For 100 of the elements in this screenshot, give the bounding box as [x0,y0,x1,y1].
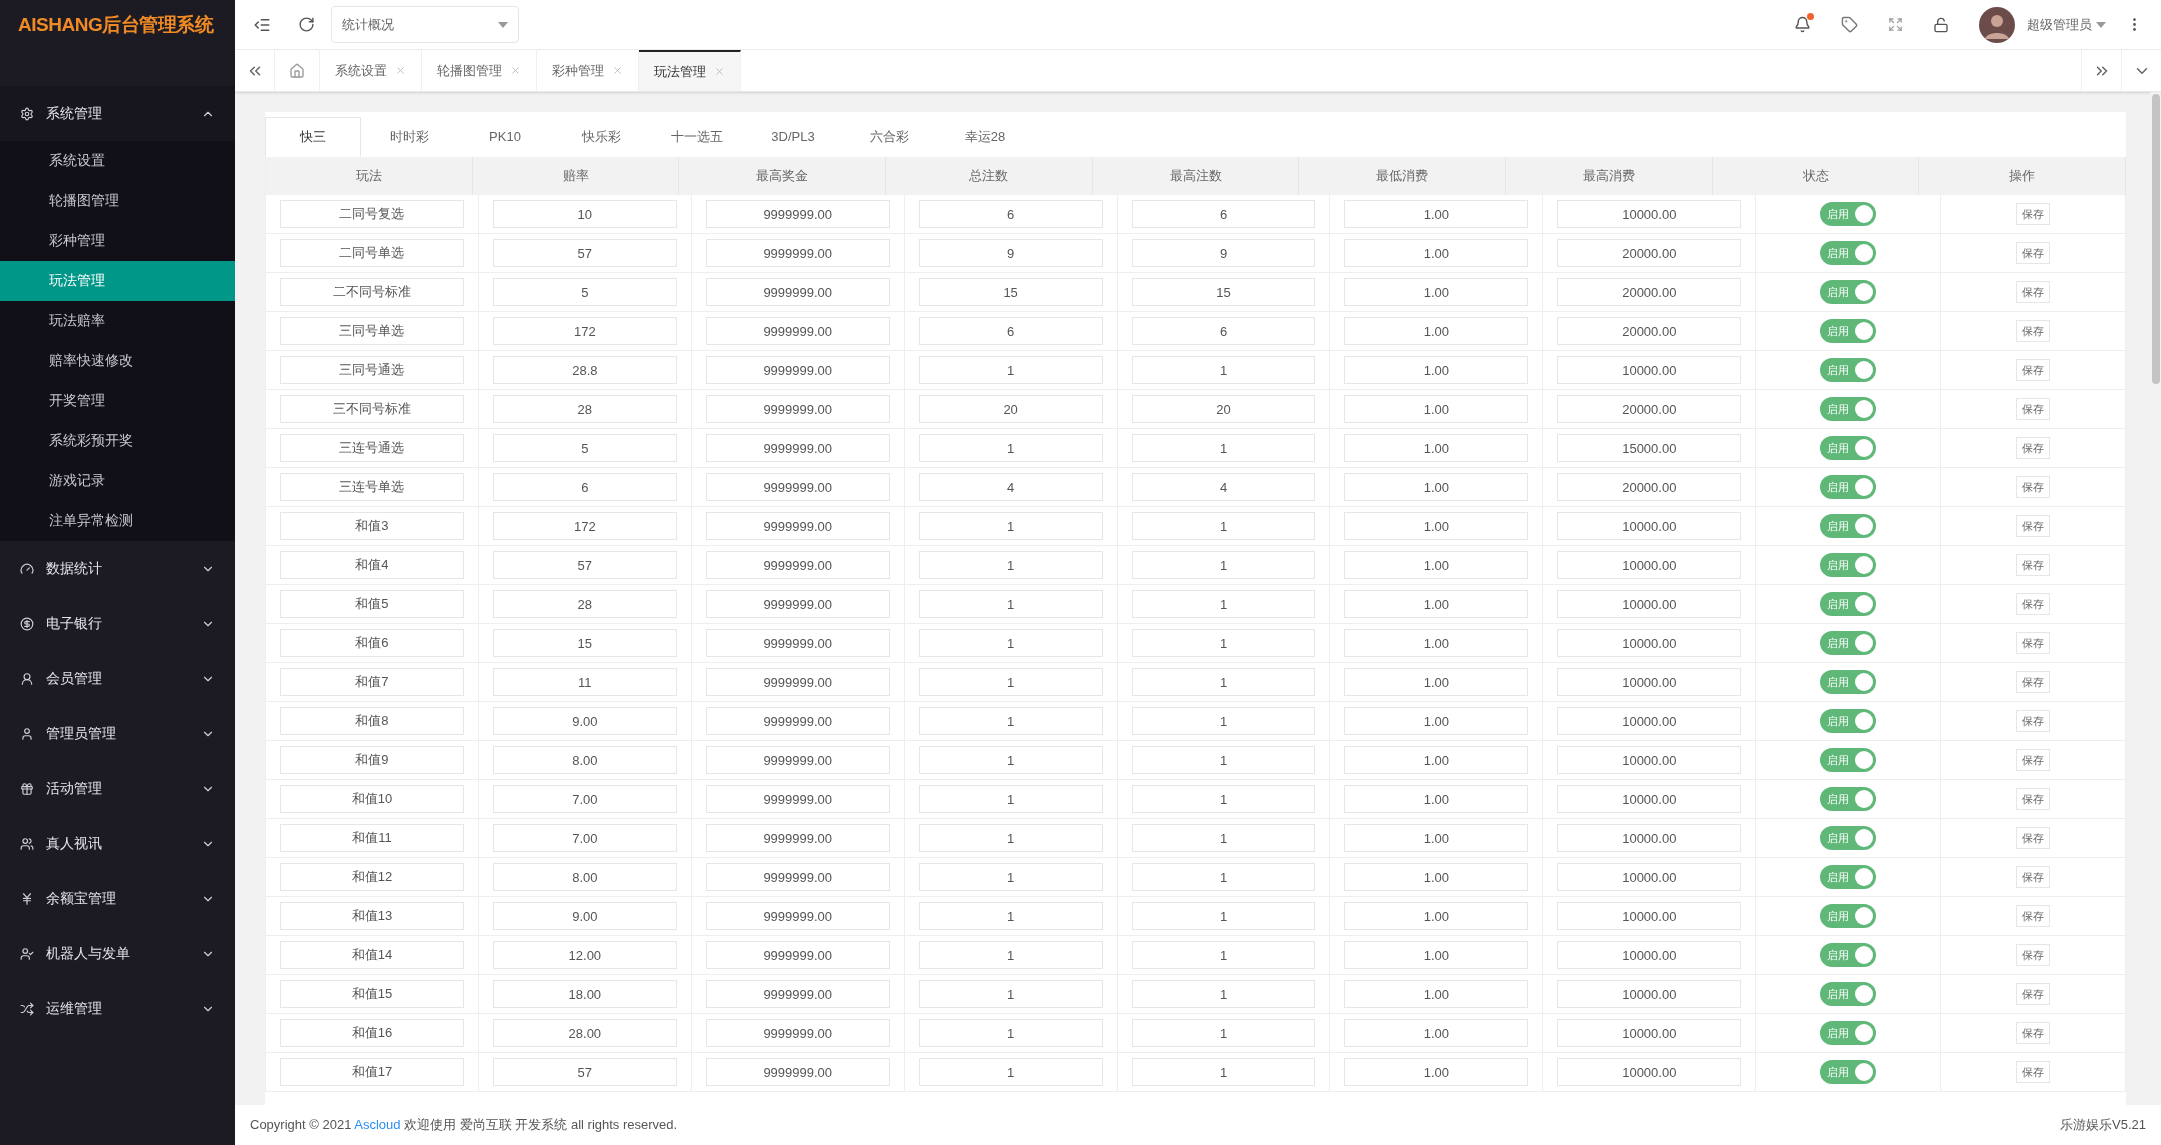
table-input[interactable]: 和值9 [280,746,464,774]
table-input[interactable]: 1 [1131,863,1316,891]
table-input[interactable]: 9999999.00 [705,473,890,501]
table-input[interactable]: 9 [1131,239,1316,267]
table-input[interactable]: 12.00 [492,941,677,969]
table-input[interactable]: 6 [1131,317,1316,345]
table-input[interactable]: 和值15 [280,980,464,1008]
sidebar-group[interactable]: 机器人与发单 [0,926,235,981]
table-input[interactable]: 和值12 [280,863,464,891]
table-input[interactable]: 1.00 [1344,785,1529,813]
table-input[interactable]: 1 [918,1019,1103,1047]
table-input[interactable]: 10000.00 [1557,902,1742,930]
table-input[interactable]: 和值17 [280,1058,464,1086]
table-input[interactable]: 5 [492,434,677,462]
table-input[interactable]: 1.00 [1344,317,1529,345]
table-input[interactable]: 9999999.00 [705,668,890,696]
table-input[interactable]: 4 [918,473,1103,501]
table-input[interactable]: 1 [1131,512,1316,540]
table-input[interactable]: 1 [1131,1019,1316,1047]
table-input[interactable]: 9999999.00 [705,746,890,774]
table-input[interactable]: 10000.00 [1557,356,1742,384]
sidebar-item[interactable]: 赔率快速修改 [0,341,235,381]
table-input[interactable]: 1 [918,512,1103,540]
table-input[interactable]: 和值6 [280,629,464,657]
table-input[interactable]: 7.00 [492,785,677,813]
sidebar-item[interactable]: 系统设置 [0,141,235,181]
table-input[interactable]: 1.00 [1344,395,1529,423]
table-input[interactable]: 5 [492,278,677,306]
table-input[interactable]: 10 [492,200,677,228]
user-menu[interactable]: 超级管理员 [2027,14,2106,35]
save-button[interactable]: 保存 [2016,944,2051,966]
save-button[interactable]: 保存 [2016,983,2051,1005]
table-input[interactable]: 三不同号标准 [280,395,464,423]
refresh-icon[interactable] [298,16,315,33]
table-input[interactable]: 6 [918,317,1103,345]
lottery-tab[interactable]: 快乐彩 [553,117,649,157]
table-input[interactable]: 20 [918,395,1103,423]
table-input[interactable]: 9999999.00 [705,512,890,540]
table-input[interactable]: 9999999.00 [705,1058,890,1086]
save-button[interactable]: 保存 [2016,905,2051,927]
table-input[interactable]: 1 [918,1058,1103,1086]
lottery-tab[interactable]: 十一选五 [649,117,745,157]
table-input[interactable]: 1.00 [1344,668,1529,696]
table-input[interactable]: 1 [1131,356,1316,384]
table-input[interactable]: 1 [1131,941,1316,969]
table-input[interactable]: 9999999.00 [705,434,890,462]
save-button[interactable]: 保存 [2016,788,2051,810]
table-input[interactable]: 1 [1131,980,1316,1008]
table-input[interactable]: 57 [492,551,677,579]
table-input[interactable]: 9999999.00 [705,902,890,930]
table-input[interactable]: 6 [1131,200,1316,228]
table-input[interactable]: 1.00 [1344,980,1529,1008]
table-input[interactable]: 1 [918,824,1103,852]
table-input[interactable]: 10000.00 [1557,200,1742,228]
save-button[interactable]: 保存 [2016,710,2051,732]
table-input[interactable]: 1.00 [1344,824,1529,852]
table-input[interactable]: 1 [918,434,1103,462]
table-input[interactable]: 和值16 [280,1019,464,1047]
table-input[interactable]: 10000.00 [1557,629,1742,657]
table-input[interactable]: 1.00 [1344,356,1529,384]
table-input[interactable]: 1 [1131,746,1316,774]
table-input[interactable]: 15 [492,629,677,657]
table-input[interactable]: 1 [1131,434,1316,462]
table-input[interactable]: 7.00 [492,824,677,852]
table-input[interactable]: 1 [918,785,1103,813]
table-input[interactable]: 9999999.00 [705,200,890,228]
scrollbar-thumb[interactable] [2151,94,2160,384]
table-input[interactable]: 1.00 [1344,941,1529,969]
sidebar-item[interactable]: 游戏记录 [0,461,235,501]
table-input[interactable]: 二同号复选 [280,200,464,228]
table-input[interactable]: 28.8 [492,356,677,384]
sidebar-item[interactable]: 注单异常检测 [0,501,235,541]
lock-icon[interactable] [1933,16,1949,33]
table-input[interactable]: 9999999.00 [705,980,890,1008]
save-button[interactable]: 保存 [2016,866,2051,888]
table-input[interactable]: 15000.00 [1557,434,1742,462]
table-input[interactable]: 和值14 [280,941,464,969]
table-input[interactable]: 1 [918,551,1103,579]
sidebar-item[interactable]: 玩法管理 [0,261,235,301]
save-button[interactable]: 保存 [2016,593,2051,615]
save-button[interactable]: 保存 [2016,749,2051,771]
save-button[interactable]: 保存 [2016,242,2051,264]
table-input[interactable]: 1 [1131,902,1316,930]
table-input[interactable]: 1 [918,668,1103,696]
table-input[interactable]: 1.00 [1344,473,1529,501]
table-input[interactable]: 1.00 [1344,590,1529,618]
table-input[interactable]: 1 [1131,1058,1316,1086]
table-input[interactable]: 1 [918,707,1103,735]
copyright-link[interactable]: Ascloud [354,1117,401,1133]
table-input[interactable]: 9999999.00 [705,629,890,657]
table-input[interactable]: 15 [918,278,1103,306]
table-input[interactable]: 和值3 [280,512,464,540]
table-input[interactable]: 10000.00 [1557,824,1742,852]
table-input[interactable]: 1 [918,746,1103,774]
sidebar-group[interactable]: 真人视讯 [0,816,235,871]
table-input[interactable]: 9999999.00 [705,278,890,306]
table-input[interactable]: 8.00 [492,746,677,774]
sidebar-group[interactable]: 活动管理 [0,761,235,816]
table-input[interactable]: 二同号单选 [280,239,464,267]
avatar[interactable] [1979,6,2015,43]
